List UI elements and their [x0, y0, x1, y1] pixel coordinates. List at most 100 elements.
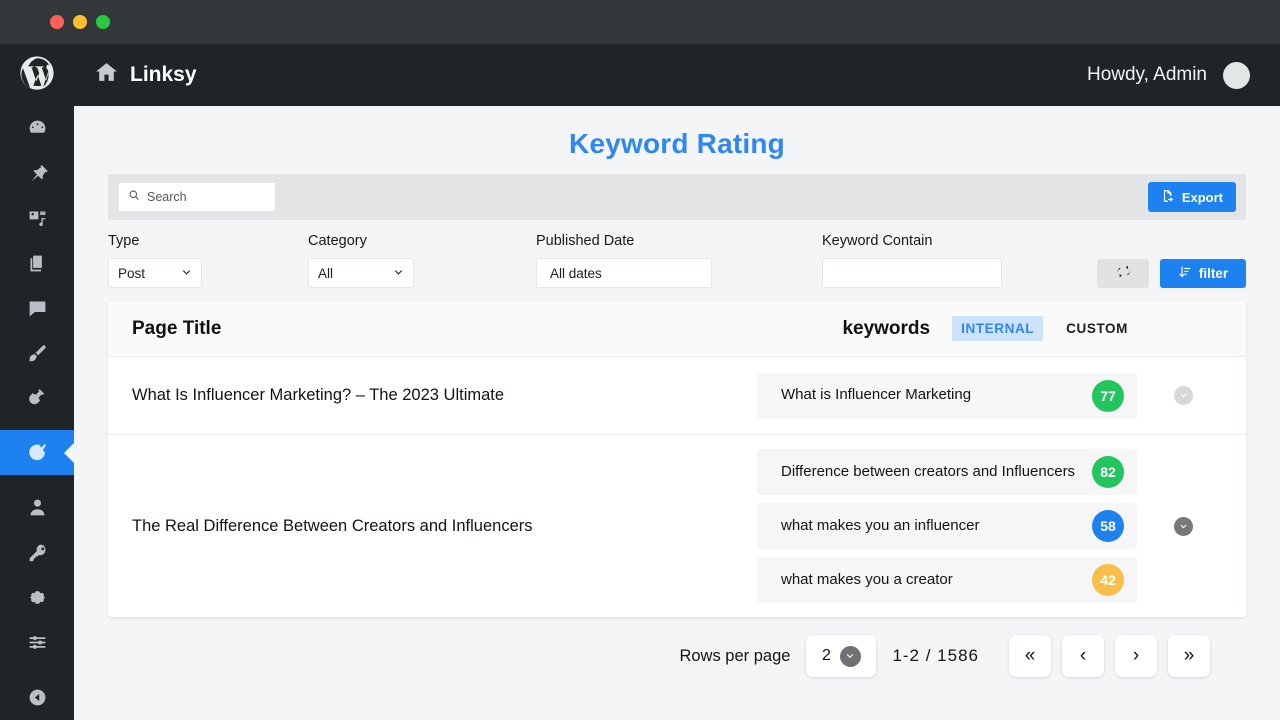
keyword-score-badge: 82: [1092, 456, 1124, 488]
keyword-item[interactable]: What is Influencer Marketing 77: [757, 373, 1137, 419]
filter-keyword-contain-label: Keyword Contain: [822, 233, 1052, 249]
sidebar-item-plugins[interactable]: [0, 376, 74, 421]
keywords-label: keywords: [842, 318, 930, 340]
sort-descending-icon: [1178, 265, 1192, 282]
dashboard-icon: [27, 118, 48, 139]
previous-page-button[interactable]: ‹: [1062, 635, 1104, 677]
admin-sidebar: [0, 44, 74, 720]
browser-window: Linksy Howdy, Admin Keyword Rating Searc…: [0, 0, 1280, 720]
keyword-item[interactable]: what makes you a creator 42: [757, 557, 1137, 603]
published-date-input[interactable]: All dates: [536, 258, 712, 288]
sidebar-item-pages[interactable]: [0, 241, 74, 286]
sidebar-item-posts[interactable]: [0, 151, 74, 196]
pin-icon: [27, 163, 48, 184]
search-input[interactable]: Search: [118, 182, 276, 212]
filter-button[interactable]: filter: [1160, 259, 1246, 288]
tab-internal[interactable]: INTERNAL: [952, 316, 1043, 341]
minimize-window-button[interactable]: [73, 15, 87, 29]
export-button[interactable]: Export: [1148, 182, 1236, 212]
media-icon: [27, 208, 48, 229]
sidebar-item-settings[interactable]: [0, 575, 74, 620]
row-page-title[interactable]: What Is Influencer Marketing? – The 2023…: [132, 386, 757, 405]
account-menu[interactable]: Howdy, Admin: [1087, 62, 1250, 89]
keyword-contain-input[interactable]: [822, 258, 1002, 288]
keyword-item[interactable]: what makes you an influencer 58: [757, 503, 1137, 549]
row-expand-button[interactable]: [1137, 517, 1230, 536]
next-page-button[interactable]: ›: [1115, 635, 1157, 677]
wordpress-logo-button[interactable]: [0, 54, 74, 97]
key-icon: [27, 542, 48, 563]
site-name-link[interactable]: Linksy: [94, 60, 197, 91]
filter-actions: filter: [1097, 259, 1246, 288]
table-row: The Real Difference Between Creators and…: [108, 435, 1246, 617]
collapse-arrow-icon: [27, 687, 48, 708]
filter-keyword-contain: Keyword Contain: [822, 233, 1052, 288]
appearance-brush-icon: [27, 343, 48, 364]
keyword-item[interactable]: Difference between creators and Influenc…: [757, 449, 1137, 495]
filter-category-label: Category: [308, 233, 536, 249]
table-header: Page Title keywords INTERNAL CUSTOM: [108, 301, 1246, 357]
sidebar-item-options[interactable]: [0, 620, 74, 665]
sidebar-item-comments[interactable]: [0, 286, 74, 331]
close-window-button[interactable]: [50, 15, 64, 29]
rows-per-page-select[interactable]: 2: [806, 635, 876, 677]
column-header-page-title: Page Title: [132, 318, 221, 340]
maximize-window-button[interactable]: [96, 15, 110, 29]
row-keyword-list: Difference between creators and Influenc…: [757, 435, 1137, 617]
first-page-button[interactable]: «: [1009, 635, 1051, 677]
table-row: What Is Influencer Marketing? – The 2023…: [108, 357, 1246, 435]
edit-circle-icon: [27, 442, 48, 463]
plugins-plug-icon: [27, 387, 48, 408]
keyword-text: what makes you an influencer: [781, 516, 1082, 536]
column-header-keywords: keywords INTERNAL CUSTOM: [842, 316, 1230, 341]
filter-published-date-label: Published Date: [536, 233, 822, 249]
greeting-label: Howdy, Admin: [1087, 64, 1207, 86]
filter-button-label: filter: [1199, 266, 1228, 281]
rows-per-page-label: Rows per page: [679, 647, 790, 666]
category-select-value: All: [318, 266, 333, 281]
page-title: Keyword Rating: [108, 106, 1246, 174]
sidebar-item-users[interactable]: [0, 485, 74, 530]
keyword-score-badge: 77: [1092, 380, 1124, 412]
keyword-score-badge: 58: [1092, 510, 1124, 542]
pagination-buttons: « ‹ › »: [1009, 635, 1210, 677]
rows-per-page-value: 2: [822, 647, 831, 665]
row-page-title[interactable]: The Real Difference Between Creators and…: [132, 517, 757, 536]
row-expand-button[interactable]: [1137, 386, 1230, 405]
pagination-range: 1-2 / 1586: [892, 646, 979, 666]
avatar: [1223, 62, 1250, 89]
filter-type-label: Type: [108, 233, 308, 249]
filter-type: Type Post: [108, 233, 308, 288]
settings-gear-icon: [27, 587, 48, 608]
sidebar-item-media[interactable]: [0, 196, 74, 241]
chevron-down-icon: [393, 266, 404, 281]
row-keyword-list: What is Influencer Marketing 77: [757, 359, 1137, 433]
refresh-button[interactable]: [1097, 259, 1149, 288]
keyword-text: what makes you a creator: [781, 570, 1082, 590]
search-icon: [128, 188, 140, 206]
pages-icon: [27, 253, 48, 274]
chevron-down-icon: [840, 646, 861, 667]
keyword-text: What is Influencer Marketing: [781, 385, 1082, 405]
comments-icon: [27, 298, 48, 319]
published-date-value: All dates: [550, 266, 602, 281]
admin-top-bar: Linksy Howdy, Admin: [0, 44, 1280, 106]
sliders-icon: [27, 632, 48, 653]
refresh-icon: [1116, 264, 1131, 284]
sidebar-item-tools[interactable]: [0, 530, 74, 575]
sidebar-item-linksy[interactable]: [0, 430, 74, 475]
filter-category: Category All: [308, 233, 536, 288]
sidebar-item-appearance[interactable]: [0, 331, 74, 376]
chevron-down-circle-icon: [1174, 386, 1193, 405]
sidebar-item-dashboard[interactable]: [0, 106, 74, 151]
chevron-down-icon: [181, 266, 192, 281]
sidebar-item-collapse-menu[interactable]: [0, 675, 74, 720]
site-name-label: Linksy: [130, 63, 197, 87]
export-button-label: Export: [1182, 190, 1223, 205]
category-select[interactable]: All: [308, 258, 414, 288]
last-page-button[interactable]: »: [1168, 635, 1210, 677]
type-select[interactable]: Post: [108, 258, 202, 288]
tab-custom[interactable]: CUSTOM: [1057, 316, 1137, 341]
search-placeholder: Search: [147, 190, 187, 204]
filter-row: Type Post Category All: [108, 220, 1246, 288]
